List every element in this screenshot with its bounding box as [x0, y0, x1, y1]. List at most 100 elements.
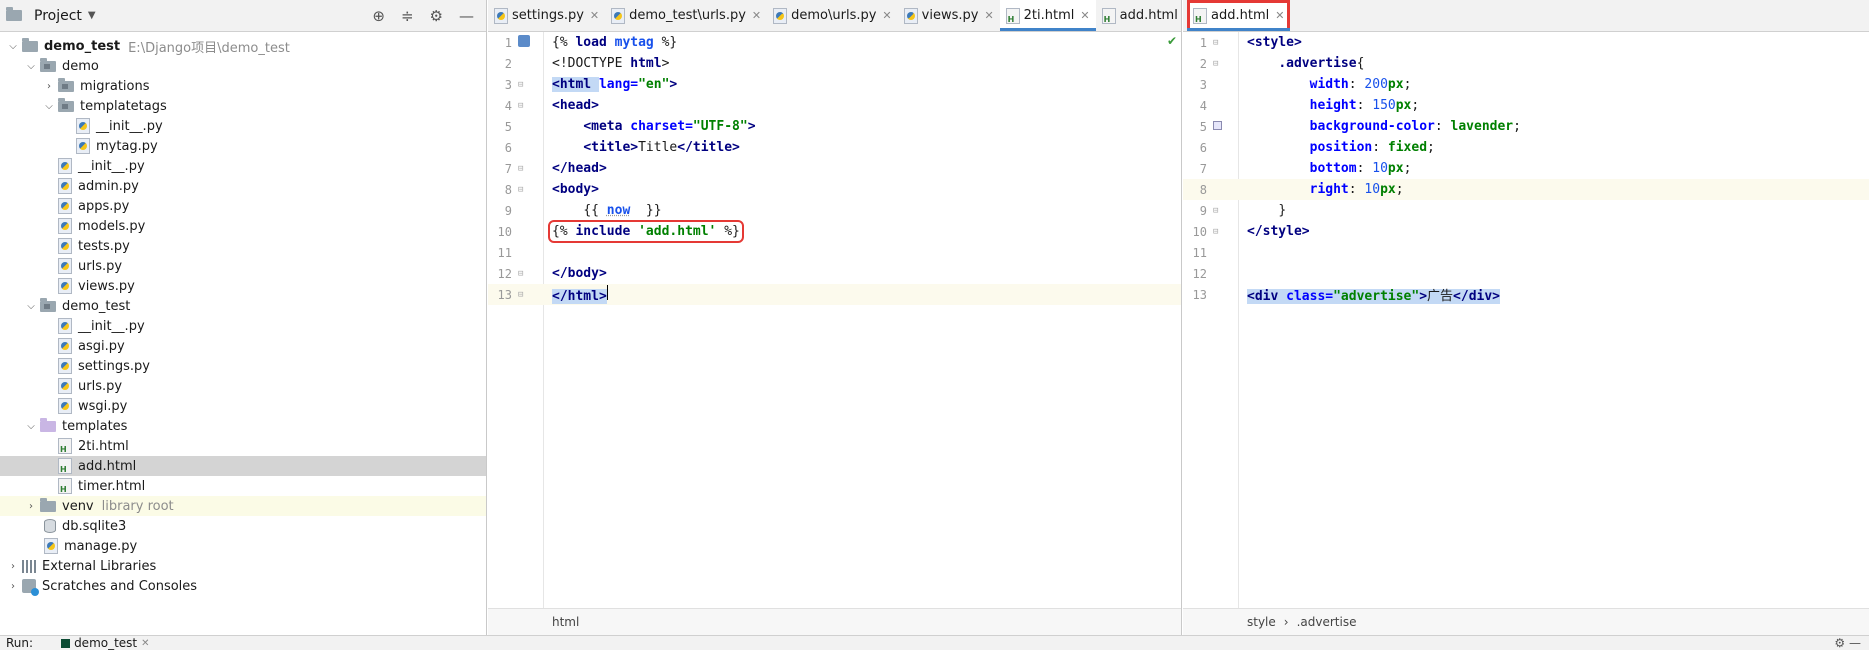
chevron-right-icon[interactable]: ›	[22, 501, 40, 512]
tree-item[interactable]: ⌵ templatetags	[0, 96, 486, 116]
html-file-icon	[1005, 7, 1020, 24]
gear-icon[interactable]: ⚙ —	[1834, 636, 1869, 650]
code-line: 11	[1192, 245, 1207, 260]
tree-item[interactable]: › venv library root	[0, 496, 486, 516]
chevron-right-icon[interactable]: ›	[4, 561, 22, 572]
html-file-icon	[58, 458, 72, 474]
code-editor-left[interactable]: 1 {% load mytag %} 2 <!DOCTYPE html> 3 ⊟ …	[488, 32, 1181, 608]
code-line: 8 ⊟ <body>	[504, 182, 599, 197]
close-icon[interactable]: ✕	[590, 9, 599, 22]
include-highlight-box: {% include 'add.html' %}	[548, 220, 744, 243]
tab-views-py[interactable]: views.py ✕	[898, 0, 1000, 31]
close-icon[interactable]: ✕	[1080, 9, 1089, 22]
tree-item[interactable]: settings.py	[0, 356, 486, 376]
python-file-icon	[58, 238, 72, 254]
close-icon[interactable]: ✕	[141, 638, 149, 649]
django-icon	[61, 638, 71, 648]
tree-item[interactable]: › Scratches and Consoles	[0, 576, 486, 596]
tree-item[interactable]: models.py	[0, 216, 486, 236]
project-panel: Project ▼ ⊕ ≑ ⚙ — ⌵ demo_test E:\Django项…	[0, 0, 487, 635]
html-file-icon	[1101, 7, 1116, 24]
chevron-right-icon[interactable]: ›	[4, 581, 22, 592]
tree-item[interactable]: tests.py	[0, 236, 486, 256]
gear-icon[interactable]: ⚙	[430, 7, 443, 25]
minimize-icon[interactable]: —	[459, 7, 474, 25]
project-view-selector[interactable]: Project	[34, 8, 82, 24]
close-icon[interactable]: ✕	[752, 9, 761, 22]
run-config-tab[interactable]: demo_test ✕	[61, 636, 150, 650]
code-line: 2 ⊟ .advertise{	[1199, 56, 1365, 71]
code-line: 11	[497, 245, 512, 260]
database-icon	[44, 519, 56, 533]
folder-icon	[40, 417, 56, 432]
chevron-down-icon[interactable]: ▼	[88, 10, 96, 21]
code-editor-right[interactable]: 1 ⊟ <style> 2 ⊟ .advertise{ 3 width: 200px…	[1183, 32, 1869, 608]
breadcrumb-item[interactable]: style	[1247, 615, 1276, 629]
tree-item[interactable]: apps.py	[0, 196, 486, 216]
close-icon[interactable]: ✕	[882, 9, 891, 22]
code-line: 3 ⊟ <html lang="en">	[504, 77, 678, 92]
tree-item[interactable]: __init__.py	[0, 316, 486, 336]
tree-item[interactable]: 2ti.html	[0, 436, 486, 456]
chevron-down-icon[interactable]: ⌵	[40, 101, 58, 112]
python-file-icon	[611, 7, 626, 24]
django-template-icon	[518, 35, 530, 47]
python-file-icon	[44, 538, 58, 554]
tree-item[interactable]: urls.py	[0, 256, 486, 276]
close-icon[interactable]: ✕	[1275, 9, 1284, 22]
code-line-current: 13 ⊟ </html>	[488, 284, 1181, 305]
tab-settings-py[interactable]: settings.py ✕	[488, 0, 605, 31]
locate-icon[interactable]: ⊕	[372, 7, 385, 25]
chevron-down-icon[interactable]: ⌵	[4, 41, 22, 52]
chevron-right-icon: ›	[1283, 615, 1289, 629]
editor-pane-left: settings.py ✕ demo_test\urls.py ✕ demo\u…	[488, 0, 1182, 635]
tree-item[interactable]: asgi.py	[0, 336, 486, 356]
html-file-icon	[58, 438, 72, 454]
tree-item-selected[interactable]: add.html	[0, 456, 486, 476]
tab-2ti-html[interactable]: 2ti.html ✕	[999, 0, 1096, 31]
tree-item[interactable]: timer.html	[0, 476, 486, 496]
tree-item[interactable]: views.py	[0, 276, 486, 296]
folder-icon	[40, 297, 56, 312]
color-swatch-icon[interactable]	[1213, 120, 1222, 130]
code-line: 6 position: fixed;	[1199, 140, 1435, 155]
python-file-icon	[58, 178, 72, 194]
collapse-all-icon[interactable]: ≑	[401, 7, 414, 25]
tree-item[interactable]: ⌵ templates	[0, 416, 486, 436]
run-toolbar: Run: demo_test ✕ ⚙ —	[0, 635, 1869, 650]
tree-item[interactable]: admin.py	[0, 176, 486, 196]
tab-demo-urls-py[interactable]: demo\urls.py ✕	[767, 0, 898, 31]
tab-add-html[interactable]: add.html ✕	[1096, 0, 1181, 31]
chevron-down-icon[interactable]: ⌵	[22, 61, 40, 72]
tree-item[interactable]: › migrations	[0, 76, 486, 96]
breadcrumb-item[interactable]: .advertise	[1297, 615, 1357, 629]
tree-item[interactable]: mytag.py	[0, 136, 486, 156]
python-file-icon	[58, 378, 72, 394]
code-line: 12 ⊟ </body>	[497, 266, 607, 281]
tree-item[interactable]: db.sqlite3	[0, 516, 486, 536]
chevron-down-icon[interactable]: ⌵	[22, 301, 40, 312]
code-line: 4 height: 150px;	[1199, 98, 1420, 113]
tree-item[interactable]: wsgi.py	[0, 396, 486, 416]
close-icon[interactable]: ✕	[984, 9, 993, 22]
tree-item[interactable]: __init__.py	[0, 156, 486, 176]
project-view-icon	[6, 7, 22, 21]
code-line-current: 8 right: 10px;	[1183, 179, 1869, 200]
tree-item[interactable]: urls.py	[0, 376, 486, 396]
python-file-icon	[76, 138, 90, 154]
tree-item[interactable]: ⌵ demo_test	[0, 296, 486, 316]
html-file-icon	[1193, 7, 1207, 24]
tab-demo-test-urls-py[interactable]: demo_test\urls.py ✕	[605, 0, 767, 31]
tab-add-html[interactable]: add.html ✕	[1187, 0, 1291, 31]
editor-pane-right: add.html ✕ 1⊟ <style> 2⊟ .advertise{ 3 w…	[1183, 0, 1869, 635]
chevron-right-icon[interactable]: ›	[40, 81, 58, 92]
chevron-down-icon[interactable]: ⌵	[22, 421, 40, 432]
breadcrumb-item[interactable]: html	[552, 615, 579, 629]
tree-item[interactable]: manage.py	[0, 536, 486, 556]
tree-item[interactable]: ⌵ demo	[0, 56, 486, 76]
tree-item[interactable]: › External Libraries	[0, 556, 486, 576]
project-panel-header: Project ▼ ⊕ ≑ ⚙ —	[0, 0, 486, 32]
python-file-icon	[58, 278, 72, 294]
tree-item[interactable]: __init__.py	[0, 116, 486, 136]
tree-item[interactable]: ⌵ demo_test E:\Django项目\demo_test	[0, 36, 486, 56]
